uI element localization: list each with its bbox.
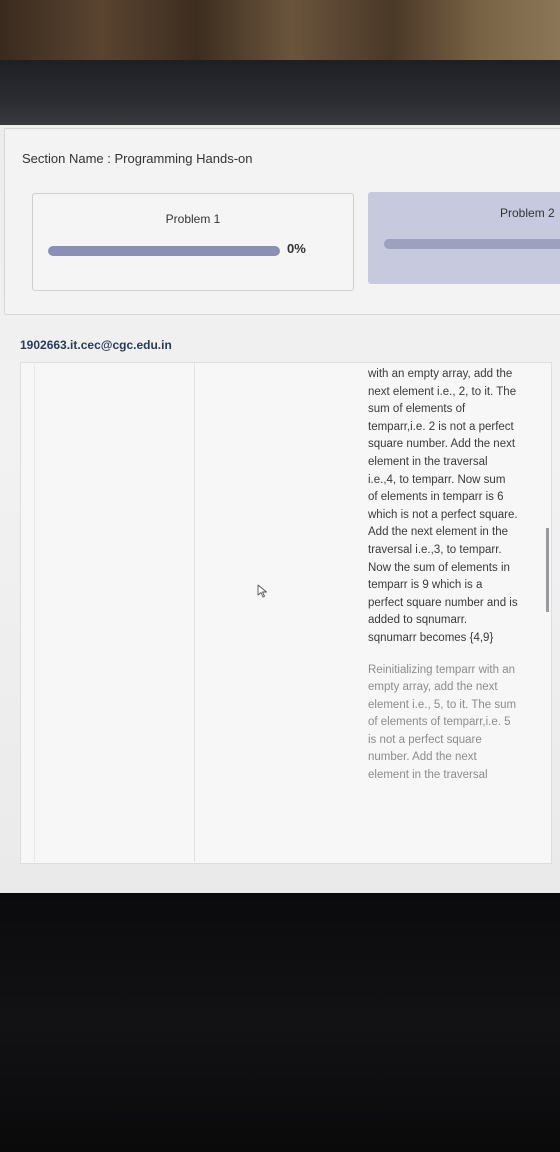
monitor-bezel-top: [0, 60, 560, 130]
problem-1-progress-text: 0%: [287, 241, 306, 256]
problem-1-label: Problem 1: [165, 212, 221, 226]
mouse-pointer-icon: [257, 584, 267, 598]
column-divider: [194, 362, 195, 862]
explanation-paragraph: Reinitializing temparr with an empty arr…: [368, 663, 517, 782]
column-divider: [34, 362, 35, 862]
problem-1-card[interactable]: Problem 1 0%: [32, 193, 354, 291]
problem-2-progress-track: [384, 239, 560, 249]
scrollbar-thumb[interactable]: [546, 528, 549, 612]
explanation-paragraph: with an empty array, add the next elemen…: [368, 368, 518, 644]
section-title: Section Name : Programming Hands-on: [22, 151, 253, 166]
user-email: 1902663.it.cec@cgc.edu.in: [20, 338, 172, 352]
problem-1-progress-track: [48, 246, 280, 256]
problem-1-progress-fill: [48, 246, 280, 256]
problem-2-card[interactable]: Problem 2: [368, 192, 560, 284]
monitor-bezel-bottom: [0, 893, 560, 1152]
problem-2-label: Problem 2: [500, 206, 555, 220]
background-wood: [0, 0, 560, 66]
explanation-text: with an empty array, add the next elemen…: [368, 366, 518, 799]
